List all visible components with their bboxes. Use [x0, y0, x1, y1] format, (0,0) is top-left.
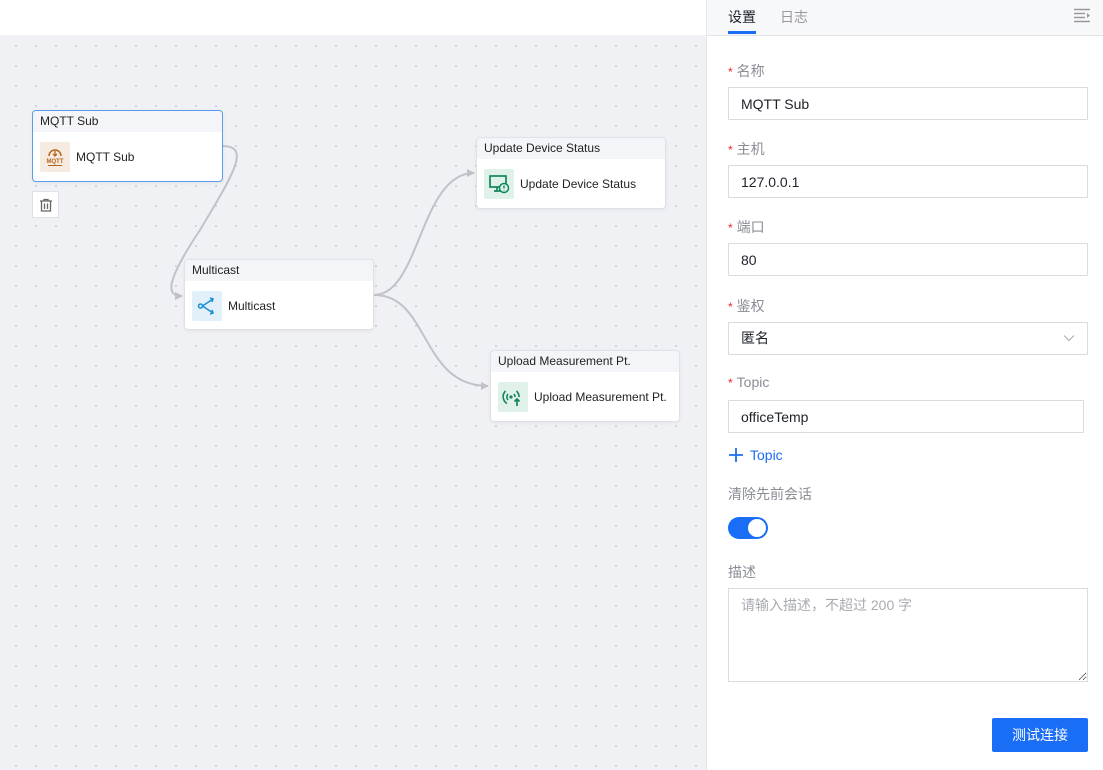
name-label: * 名称 [728, 63, 765, 79]
panel-tabs: 设置 日志 [707, 0, 1103, 36]
add-topic-button[interactable]: Topic [728, 447, 783, 463]
plus-icon [729, 448, 743, 462]
mqtt-icon: MQTT [40, 142, 70, 172]
name-input[interactable] [728, 87, 1088, 120]
auth-select[interactable]: 匿名 [728, 322, 1088, 355]
description-textarea[interactable] [728, 588, 1088, 682]
test-connection-button[interactable]: 测试连接 [992, 718, 1088, 752]
upload-signal-icon [498, 382, 528, 412]
canvas-toolbar [0, 0, 706, 35]
node-header: Upload Measurement Pt. [491, 351, 679, 372]
topic-label: * Topic [728, 374, 770, 390]
menu-collapse-icon [1074, 8, 1090, 23]
active-tab-indicator [728, 31, 756, 34]
auth-label: * 鉴权 [728, 298, 765, 314]
delete-node-button[interactable] [32, 191, 59, 218]
toggle-knob [748, 519, 766, 537]
add-topic-label: Topic [750, 447, 783, 463]
clean-session-label: 清除先前会话 [728, 486, 812, 502]
collapse-panel-button[interactable] [1074, 8, 1091, 28]
host-label: * 主机 [728, 141, 765, 157]
auth-selected-value: 匿名 [741, 330, 769, 346]
node-update-device-status[interactable]: Update Device Status Update Device Statu… [476, 137, 666, 209]
tab-settings[interactable]: 设置 [728, 7, 756, 27]
clean-session-toggle[interactable] [728, 517, 768, 539]
port-input[interactable] [728, 243, 1088, 276]
node-label: MQTT Sub [76, 150, 135, 164]
node-header: Update Device Status [477, 138, 665, 159]
node-upload-measurement[interactable]: Upload Measurement Pt. Upload Measuremen… [490, 350, 680, 422]
host-input[interactable] [728, 165, 1088, 198]
properties-panel: 设置 日志 *名称 *主机 *端口 *鉴权 匿名 *Topic Topic 清除… [706, 0, 1103, 770]
multicast-icon [192, 291, 222, 321]
node-header: Multicast [185, 260, 373, 281]
port-label: * 端口 [728, 219, 765, 235]
description-label: 描述 [728, 564, 756, 580]
node-label: Multicast [228, 299, 276, 313]
tab-logs[interactable]: 日志 [780, 7, 808, 27]
node-header: MQTT Sub [33, 111, 222, 132]
node-label: Update Device Status [520, 177, 637, 191]
trash-icon [39, 198, 52, 212]
chevron-down-icon [1063, 335, 1075, 342]
svg-text:MQTT: MQTT [47, 159, 64, 165]
node-multicast[interactable]: Multicast Multicast [184, 259, 374, 330]
node-mqtt-sub[interactable]: MQTT Sub MQTT MQTT Sub [32, 110, 223, 182]
topic-input[interactable] [728, 400, 1084, 433]
device-status-icon [484, 169, 514, 199]
node-label: Upload Measurement Pt. [534, 390, 667, 404]
